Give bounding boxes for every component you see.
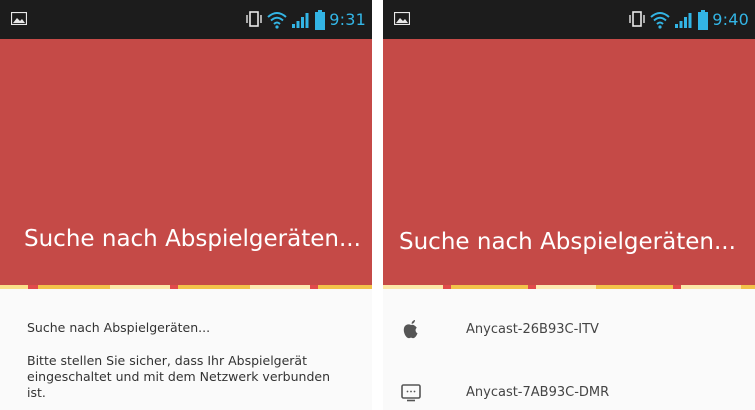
search-status-text: Suche nach Abspielgeräten... xyxy=(27,320,211,335)
device-name: Anycast-7AB93C-DMR xyxy=(466,384,610,400)
battery-icon xyxy=(315,9,326,30)
vibrate-icon xyxy=(246,10,262,27)
phone-screen-left: 9:31 Suche nach Abspielgeräten... Suche … xyxy=(0,0,372,410)
search-content: Suche nach Abspielgeräten... Bitte stell… xyxy=(0,289,372,410)
wifi-icon xyxy=(650,11,670,29)
search-header: Suche nach Abspielgeräten... xyxy=(0,39,372,285)
image-notification-icon xyxy=(11,12,27,25)
image-notification-icon xyxy=(394,12,410,25)
tv-icon xyxy=(401,384,421,402)
wifi-icon xyxy=(267,11,287,29)
status-time: 9:31 xyxy=(329,10,366,29)
search-header: Suche nach Abspielgeräten... xyxy=(383,39,755,285)
device-list-item[interactable]: Anycast-26B93C-ITV xyxy=(383,305,755,353)
signal-icon xyxy=(675,12,692,28)
device-list-item[interactable]: Anycast-7AB93C-DMR xyxy=(383,368,755,410)
signal-icon xyxy=(292,12,309,28)
battery-icon xyxy=(698,9,709,30)
apple-icon xyxy=(403,320,418,339)
page-title: Suche nach Abspielgeräten... xyxy=(24,226,361,252)
page-title: Suche nach Abspielgeräten... xyxy=(399,229,736,255)
search-hint-text: Bitte stellen Sie sicher, dass Ihr Abspi… xyxy=(27,353,330,400)
vibrate-icon xyxy=(629,10,645,27)
status-bar: 9:31 xyxy=(0,0,372,39)
device-name: Anycast-26B93C-ITV xyxy=(466,321,599,337)
status-bar: 9:40 xyxy=(383,0,755,39)
device-list: Anycast-26B93C-ITV Anycast-7AB93C-DMR xyxy=(383,289,755,410)
status-time: 9:40 xyxy=(712,10,749,29)
phone-screen-right: 9:40 Suche nach Abspielgeräten... Anycas… xyxy=(383,0,755,410)
